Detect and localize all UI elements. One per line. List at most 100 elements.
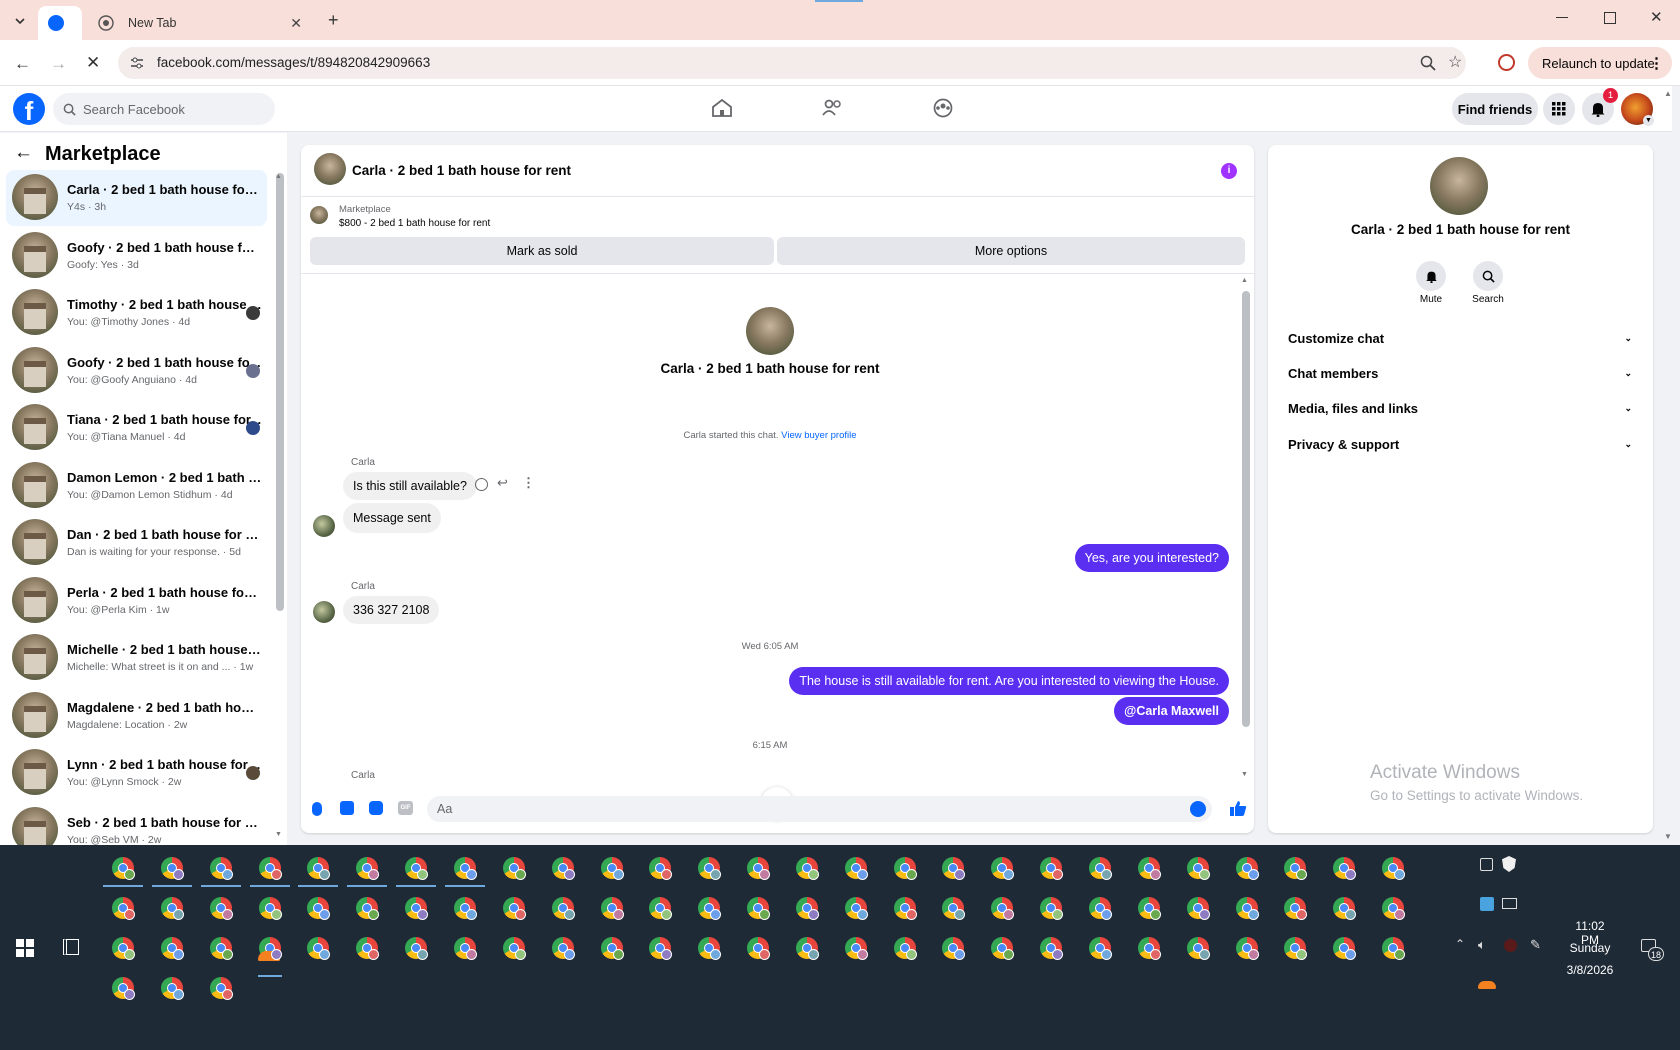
- conversation-item[interactable]: Magdalene · 2 bed 1 bath house... Magdal…: [6, 688, 267, 744]
- chrome-taskbar-icon[interactable]: [210, 857, 233, 880]
- record-icon[interactable]: [1504, 939, 1517, 952]
- chrome-taskbar-icon[interactable]: [1382, 857, 1405, 880]
- page-scroll-up-icon[interactable]: ▲: [1664, 89, 1672, 98]
- chrome-taskbar-icon[interactable]: [259, 897, 282, 920]
- chrome-taskbar-icon[interactable]: [161, 897, 184, 920]
- conversation-item[interactable]: Michelle · 2 bed 1 bath house fo... Mich…: [6, 630, 267, 686]
- chrome-taskbar-icon[interactable]: [405, 897, 428, 920]
- conversation-item[interactable]: Damon Lemon · 2 bed 1 bath h... You: @Da…: [6, 458, 267, 514]
- chrome-taskbar-icon[interactable]: [161, 857, 184, 880]
- outgoing-message[interactable]: The house is still available for rent. A…: [789, 667, 1229, 695]
- customize-chat-section[interactable]: Customize chat ⌄: [1280, 323, 1640, 353]
- chrome-taskbar-icon[interactable]: [894, 897, 917, 920]
- back-to-chats-icon[interactable]: ←: [14, 142, 33, 164]
- conversation-item[interactable]: Goofy · 2 bed 1 bath house for r... Goof…: [6, 228, 267, 284]
- chrome-taskbar-icon[interactable]: [1284, 937, 1307, 960]
- chrome-taskbar-icon[interactable]: [845, 937, 868, 960]
- chrome-taskbar-icon[interactable]: [747, 937, 770, 960]
- url-text[interactable]: facebook.com/messages/t/894820842909663: [157, 55, 430, 70]
- chrome-taskbar-icon[interactable]: [1382, 937, 1405, 960]
- address-bar[interactable]: facebook.com/messages/t/894820842909663 …: [118, 47, 1466, 79]
- chrome-taskbar-icon[interactable]: [1089, 897, 1112, 920]
- groups-nav-icon[interactable]: [932, 98, 954, 118]
- chrome-taskbar-icon[interactable]: [112, 857, 135, 880]
- facebook-logo-icon[interactable]: f: [13, 93, 45, 126]
- menu-grid-button[interactable]: [1543, 93, 1575, 125]
- more-actions-icon[interactable]: ⋮: [522, 475, 535, 491]
- chrome-taskbar-icon[interactable]: [796, 937, 819, 960]
- chrome-taskbar-icon[interactable]: [1138, 857, 1161, 880]
- chrome-taskbar-icon[interactable]: [942, 897, 965, 920]
- chrome-taskbar-icon[interactable]: [796, 897, 819, 920]
- tray-icon[interactable]: [1480, 858, 1493, 871]
- conversation-item[interactable]: Timothy · 2 bed 1 bath house ... You: @T…: [6, 285, 267, 341]
- network-icon[interactable]: [1502, 898, 1517, 909]
- chrome-taskbar-icon[interactable]: [503, 857, 526, 880]
- chrome-taskbar-icon[interactable]: [601, 857, 624, 880]
- chrome-taskbar-icon[interactable]: [601, 897, 624, 920]
- chrome-taskbar-icon[interactable]: [210, 977, 233, 1000]
- bookmark-star-icon[interactable]: ☆: [1448, 52, 1462, 72]
- chrome-taskbar-icon[interactable]: [698, 857, 721, 880]
- chrome-taskbar-icon[interactable]: [649, 937, 672, 960]
- chrome-taskbar-icon[interactable]: [747, 897, 770, 920]
- close-window-button[interactable]: ✕: [1650, 8, 1663, 26]
- minimize-button[interactable]: [1556, 8, 1576, 28]
- reply-icon[interactable]: ↩: [497, 475, 508, 491]
- chrome-taskbar-icon[interactable]: [454, 897, 477, 920]
- incoming-message[interactable]: Message sent: [343, 503, 441, 533]
- close-tab-icon[interactable]: ✕: [290, 15, 302, 32]
- forward-arrow-icon[interactable]: →: [50, 54, 67, 74]
- chrome-taskbar-icon[interactable]: [210, 937, 233, 960]
- chrome-taskbar-icon[interactable]: [1040, 857, 1063, 880]
- chrome-taskbar-icon[interactable]: [1333, 937, 1356, 960]
- gif-icon[interactable]: GIF: [398, 801, 413, 815]
- chrome-taskbar-icon[interactable]: [307, 897, 330, 920]
- chrome-taskbar-icon[interactable]: [1138, 937, 1161, 960]
- attach-photo-icon[interactable]: [340, 801, 354, 815]
- view-buyer-profile-link[interactable]: View buyer profile: [781, 430, 856, 441]
- chrome-taskbar-icon[interactable]: [649, 897, 672, 920]
- chrome-taskbar-icon[interactable]: [356, 897, 379, 920]
- conversation-item[interactable]: Dan · 2 bed 1 bath house for rent Dan is…: [6, 515, 267, 571]
- emoji-icon[interactable]: [1190, 801, 1206, 817]
- task-view-icon[interactable]: [63, 939, 79, 955]
- listing-title[interactable]: $800 - 2 bed 1 bath house for rent: [339, 218, 490, 229]
- security-shield-icon[interactable]: [1502, 856, 1516, 872]
- incoming-message[interactable]: Is this still available?: [343, 472, 477, 500]
- chrome-taskbar-icon[interactable]: [1187, 937, 1210, 960]
- chrome-taskbar-icon[interactable]: [210, 897, 233, 920]
- relaunch-button[interactable]: Relaunch to update ⋮: [1528, 47, 1672, 79]
- chat-members-section[interactable]: Chat members ⌄: [1280, 358, 1640, 388]
- message-input[interactable]: Aa: [427, 796, 1212, 822]
- chrome-taskbar-icon[interactable]: [1382, 897, 1405, 920]
- chat-header-avatar[interactable]: [314, 153, 346, 185]
- search-in-chat-button[interactable]: [1473, 261, 1503, 291]
- chrome-taskbar-icon[interactable]: [698, 897, 721, 920]
- chrome-taskbar-icon[interactable]: [1040, 897, 1063, 920]
- chrome-taskbar-icon[interactable]: [1138, 897, 1161, 920]
- voice-clip-icon[interactable]: [312, 802, 322, 816]
- conversation-item[interactable]: Lynn · 2 bed 1 bath house for ... You: @…: [6, 745, 267, 801]
- mark-as-sold-button[interactable]: Mark as sold: [310, 237, 774, 265]
- home-nav-icon[interactable]: [711, 98, 733, 118]
- restore-button[interactable]: [1604, 12, 1616, 24]
- chrome-taskbar-icon[interactable]: [112, 977, 135, 1000]
- clock-date[interactable]: 3/8/2026: [1560, 963, 1620, 977]
- chrome-taskbar-icon[interactable]: [259, 857, 282, 880]
- friends-nav-icon[interactable]: [821, 98, 843, 118]
- back-arrow-icon[interactable]: ←: [14, 54, 31, 74]
- chrome-taskbar-icon[interactable]: [1187, 857, 1210, 880]
- chrome-taskbar-icon[interactable]: [991, 897, 1014, 920]
- chrome-taskbar-icon[interactable]: [601, 937, 624, 960]
- listing-thumb[interactable]: [310, 206, 328, 224]
- outgoing-message[interactable]: @Carla Maxwell: [1114, 697, 1229, 725]
- chrome-taskbar-icon[interactable]: [1284, 897, 1307, 920]
- chrome-taskbar-icon[interactable]: [698, 937, 721, 960]
- chrome-taskbar-icon[interactable]: [1089, 857, 1112, 880]
- chrome-taskbar-icon[interactable]: [405, 937, 428, 960]
- react-emoji-icon[interactable]: [475, 478, 488, 491]
- chrome-taskbar-icon[interactable]: [991, 857, 1014, 880]
- chrome-taskbar-icon[interactable]: [356, 857, 379, 880]
- chrome-taskbar-icon[interactable]: [454, 857, 477, 880]
